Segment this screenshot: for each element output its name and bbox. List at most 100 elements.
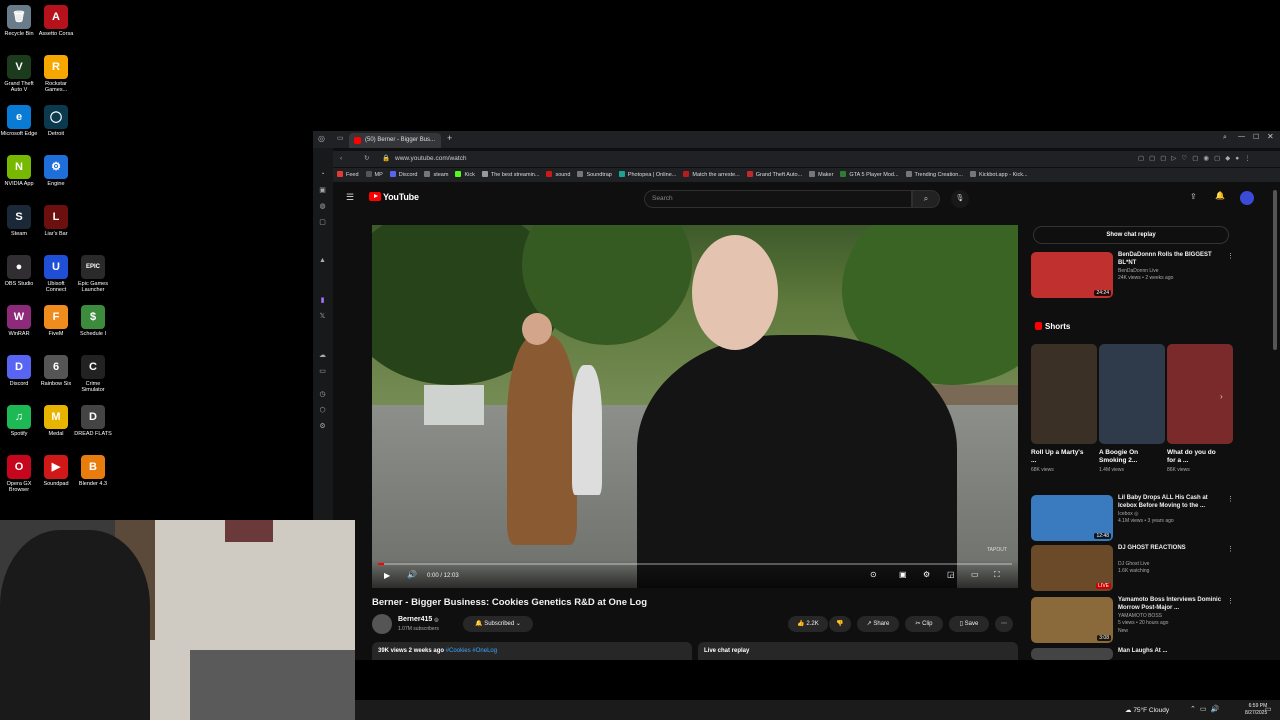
bookmark-item[interactable]: Maker [809,168,833,182]
bookmark-item[interactable]: Photopea | Online... [618,168,676,182]
notification-center-icon[interactable]: ▭ [1265,705,1272,713]
x-icon[interactable]: 𝕏 [318,312,327,321]
video-player[interactable]: TAPOUT ▶ 🔊 0:00 / 12:03 ⊙ ▣ ⚙ ◲ ▭ ⛶ [372,225,1018,588]
desktop-icon[interactable]: R Rockstar Games... [37,55,75,93]
hamburger-menu-icon[interactable]: ☰ [346,192,354,203]
tab-list-icon[interactable]: ▭ [337,134,344,142]
youtube-logo[interactable]: YouTube [369,192,419,202]
video-thumbnail[interactable] [1031,648,1113,660]
desktop-icon[interactable]: M Medal [37,405,75,437]
voice-search-button[interactable]: 🎙 [951,190,969,208]
settings-side-icon[interactable]: ⚙ [318,422,327,431]
short-thumbnail[interactable] [1099,344,1165,444]
clip-button[interactable]: ✂ Clip [905,616,943,632]
bookmark-item[interactable]: Discord [389,168,417,182]
channel-avatar[interactable] [372,614,392,634]
short-item[interactable]: Roll Up a Marty's ... 68K views [1031,344,1097,473]
instagram-icon[interactable]: ▢ [318,218,327,227]
tab-youtube[interactable]: (50) Berner - Bigger Bus... [349,133,441,148]
bookmark-item[interactable]: Feed [337,168,359,182]
fullscreen-icon[interactable]: ⛶ [994,570,1000,580]
volume-icon[interactable]: 🔊 [407,570,417,579]
video-thumbnail[interactable]: 24:24 [1031,252,1113,298]
desktop-icon[interactable]: 6 Rainbow Six [37,355,75,387]
desktop-icon[interactable]: ◯ Detroit [37,105,75,137]
captions-icon[interactable]: ▣ [899,570,907,579]
extensions-icons[interactable]: ▢▢▢▷♡▢◉▢◆●⋮ [1138,151,1256,167]
vk-icon[interactable]: ▣ [318,186,327,195]
play-button[interactable]: ▶ [384,571,390,580]
short-thumbnail[interactable] [1031,344,1097,444]
autoplay-toggle[interactable]: ⊙ [870,570,877,579]
bookmark-item[interactable]: Trending Creation... [905,168,963,182]
channel-name[interactable]: Berner415 ◎ [398,616,439,623]
desktop-icon[interactable]: C Crime Simulator [74,355,112,393]
desktop-icon[interactable]: V Grand Theft Auto V [0,55,38,93]
desktop-icon[interactable]: U Ubisoft Connect [37,255,75,293]
reload-icon[interactable]: ↻ [364,151,369,167]
close-window-button[interactable]: ✕ [1267,132,1274,141]
bookmark-item[interactable]: GTA 5 Player Mod... [840,168,899,182]
new-tab-button[interactable]: + [447,133,452,143]
video-thumbnail[interactable]: LIVE [1031,545,1113,591]
url-field[interactable]: www.youtube.com/watch [395,151,467,167]
desktop-icon[interactable]: O Opera GX Browser [0,455,38,493]
desktop-icon[interactable]: L Liar's Bar [37,205,75,237]
bookmark-item[interactable]: steam [424,168,448,182]
bookmark-item[interactable]: sound [546,168,570,182]
search-input[interactable]: Search [644,190,912,208]
desktop-icon[interactable]: ▶ Soundpad [37,455,75,487]
browser-menu-icon[interactable]: ◎ [318,134,325,143]
back-icon[interactable]: ‹ [340,151,342,167]
show-chat-replay-button[interactable]: Show chat replay [1033,226,1229,244]
progress-bar[interactable] [378,563,1012,565]
bookmark-item[interactable]: Grand Theft Auto... [746,168,802,182]
player-icon[interactable]: ▭ [318,367,327,376]
more-icon[interactable]: ⋮ [1227,495,1234,503]
bookmark-item[interactable]: Kick [455,168,475,182]
desktop-icon[interactable]: B Blender 4.3 [74,455,112,487]
desktop-icon[interactable]: S Steam [0,205,38,237]
video-thumbnail[interactable]: 3:08 [1031,597,1113,643]
desktop-icon[interactable]: F FiveM [37,305,75,337]
more-actions-button[interactable]: ⋯ [995,616,1013,632]
short-thumbnail[interactable] [1167,344,1233,444]
theater-mode-icon[interactable]: ▭ [971,570,979,579]
desktop-icon[interactable]: e Microsoft Edge [0,105,38,137]
scrollbar[interactable] [1273,190,1277,350]
live-chat-replay-header[interactable]: Live chat replay [698,642,1018,660]
more-icon[interactable]: ⋮ [1227,252,1234,260]
description-box[interactable]: 39K views 2 weeks ago #Cookies #OneLog [372,642,692,660]
more-icon[interactable]: ⋮ [1227,597,1234,605]
hashtags[interactable]: #Cookies #OneLog [446,648,497,654]
short-item[interactable]: What do you do for a ... 86K views [1167,344,1233,473]
notifications-icon[interactable]: 🔔 [1215,191,1225,200]
desktop-icon[interactable]: D DREAD FLATS [74,405,112,437]
search-button[interactable]: ⌕ [912,190,940,208]
video-thumbnail[interactable]: 12:48 [1031,495,1113,541]
taskbar-clock[interactable]: 6:59 PM 8/27/2025 [1245,703,1267,717]
maximize-button[interactable]: ☐ [1253,133,1259,141]
desktop-icon[interactable]: N NVIDIA App [0,155,38,187]
bookmark-item[interactable]: Soundtrap [577,168,612,182]
desktop-icon[interactable]: ● OBS Studio [0,255,38,287]
short-item[interactable]: A Boogie On Smoking 2... 1.4M views [1099,344,1165,473]
desktop-icon[interactable]: ♫ Spotify [0,405,38,437]
upload-icon[interactable]: ⇪ [1190,192,1197,201]
avatar[interactable] [1240,191,1254,205]
desktop-icon[interactable]: D Discord [0,355,38,387]
search-tabs-icon[interactable]: ⌕ [1223,134,1227,142]
more-icon[interactable]: ⋮ [1227,545,1234,553]
whatsapp-icon[interactable]: ◍ [318,202,327,211]
miniplayer-icon[interactable]: ◲ [947,570,955,579]
desktop-icon[interactable]: 🗑 Recycle Bin [0,5,38,37]
bookmark-item[interactable]: The best streamin... [481,168,539,182]
tray-icons[interactable]: ⌃▭🔊 [1190,705,1223,713]
save-button[interactable]: ▯ Save [949,616,989,632]
bookmark-item[interactable]: Kickbot.app - Kick... [969,168,1028,182]
weather-widget[interactable]: ☁ 75°F Cloudy [1125,706,1169,714]
music-icon[interactable]: ☁ [318,351,327,360]
aria-icon[interactable]: ▲ [318,256,327,265]
like-button[interactable]: 👍 2.2K [788,616,828,632]
desktop-icon[interactable]: $ Schedule I [74,305,112,337]
